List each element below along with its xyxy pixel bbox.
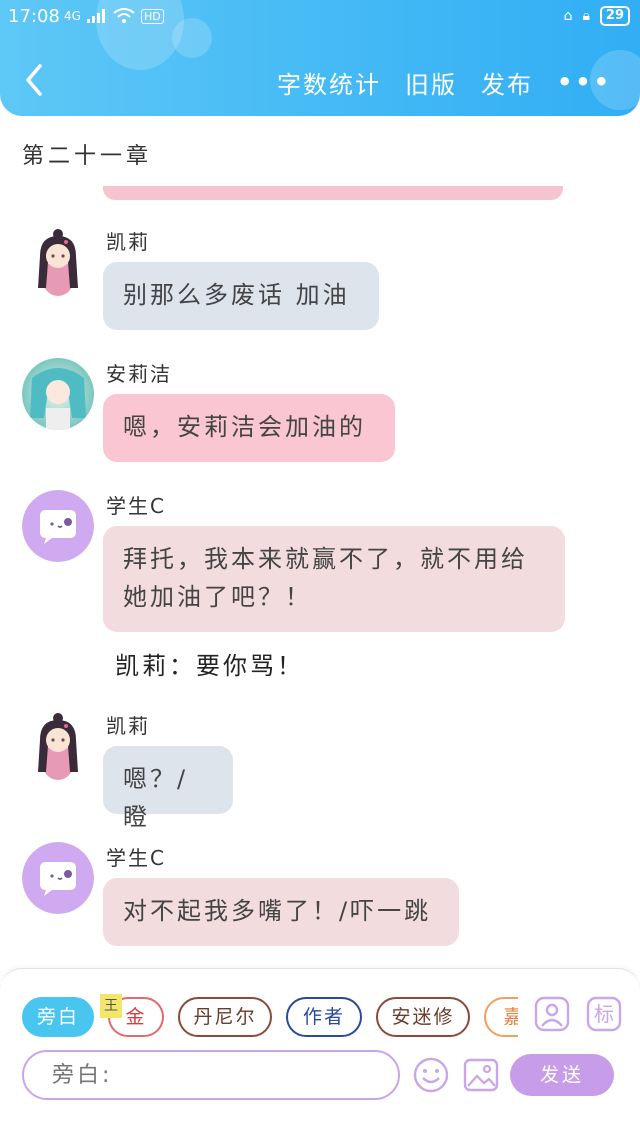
message-bubble[interactable]: 嗯，安莉洁会加油的 [103, 394, 395, 462]
chevron-left-icon [26, 64, 42, 96]
more-menu-button[interactable]: ••• [557, 68, 612, 96]
status-bar: 17:08 4G HD ⌂ 🔒︎ 29 [0, 0, 640, 36]
image-icon [463, 1058, 499, 1092]
message-text: 对不起我多嘴了！/吓一跳 [123, 897, 432, 925]
girl-avatar[interactable] [22, 226, 94, 298]
header-actions: 字数统计 旧版 发布 ••• [277, 62, 640, 102]
sender-name: 凯莉 [106, 714, 150, 738]
signal-icon [86, 9, 105, 23]
role-chip-daniel[interactable]: 丹尼尔 [178, 997, 272, 1037]
sender-name: 凯莉 [106, 230, 150, 254]
message-bubble[interactable]: 嗯？/瞪 [103, 746, 233, 831]
message-text: 别那么多废话 加油 [123, 281, 350, 309]
back-button[interactable] [20, 60, 50, 100]
message-text-line: 她加油了吧？！ [123, 583, 312, 611]
status-time: 17:08 [8, 6, 60, 27]
nfc-icon: ⌂ [563, 8, 573, 24]
role-chip-anmixiu[interactable]: 安迷修 [376, 997, 470, 1037]
message-bubble[interactable]: 对不起我多嘴了！/吓一跳 [103, 878, 459, 946]
image-button[interactable] [462, 1056, 500, 1094]
publish-button[interactable]: 发布 [481, 65, 533, 100]
sticky-note: 王 [100, 994, 122, 1018]
lock-icon: 🔒︎ [582, 8, 590, 24]
role-chip-jia[interactable]: 嘉 [484, 997, 518, 1037]
user-card-icon [534, 996, 570, 1032]
girl-avatar[interactable] [22, 710, 94, 782]
wifi-icon [113, 8, 135, 23]
chapter-title: 第二十一章 [22, 144, 153, 169]
send-button[interactable]: 发送 [510, 1054, 614, 1096]
narration-line[interactable]: 凯莉：要你骂！ [115, 646, 304, 681]
word-count-button[interactable]: 字数统计 [277, 65, 381, 100]
sender-name: 学生C [106, 494, 166, 518]
role-selector: 旁白 金 丹尼尔 作者 安迷修 嘉 [22, 997, 518, 1037]
role-chip-narrator[interactable]: 旁白 [22, 997, 94, 1037]
status-icons-right: ⌂ 🔒︎ 29 [564, 6, 630, 26]
role-chip-author[interactable]: 作者 [286, 997, 362, 1037]
sender-name: 安莉洁 [106, 362, 172, 386]
message-bubble[interactable]: 拜托，我本来就赢不了，就不用给 她加油了吧？！ [103, 526, 565, 632]
tag-button[interactable]: 标 [586, 996, 622, 1032]
message-input[interactable] [22, 1050, 400, 1100]
top-app-bar: 17:08 4G HD ⌂ 🔒︎ 29 字数统计 旧版 发布 ••• [0, 0, 640, 116]
message-text: 嗯？/瞪 [123, 765, 189, 831]
old-version-button[interactable]: 旧版 [405, 65, 457, 100]
message-text: 嗯，安莉洁会加油的 [123, 413, 366, 441]
add-role-button[interactable] [534, 996, 570, 1032]
network-type: 4G [64, 9, 81, 23]
message-text-line: 拜托，我本来就赢不了，就不用给 [123, 545, 528, 573]
smiley-icon [413, 1057, 449, 1093]
previous-message-bubble[interactable] [103, 186, 563, 200]
battery-indicator: 29 [599, 6, 630, 26]
hd-badge: HD [140, 8, 164, 24]
status-icons: 4G HD [64, 8, 164, 24]
chat-bubble-avatar[interactable] [22, 490, 94, 562]
message-bubble[interactable]: 别那么多废话 加油 [103, 262, 379, 330]
tag-label: 标 [594, 1002, 614, 1026]
sender-name: 学生C [106, 846, 166, 870]
teal-hair-avatar[interactable] [22, 358, 94, 430]
chat-bubble-avatar[interactable] [22, 842, 94, 914]
emoji-button[interactable] [412, 1056, 450, 1094]
